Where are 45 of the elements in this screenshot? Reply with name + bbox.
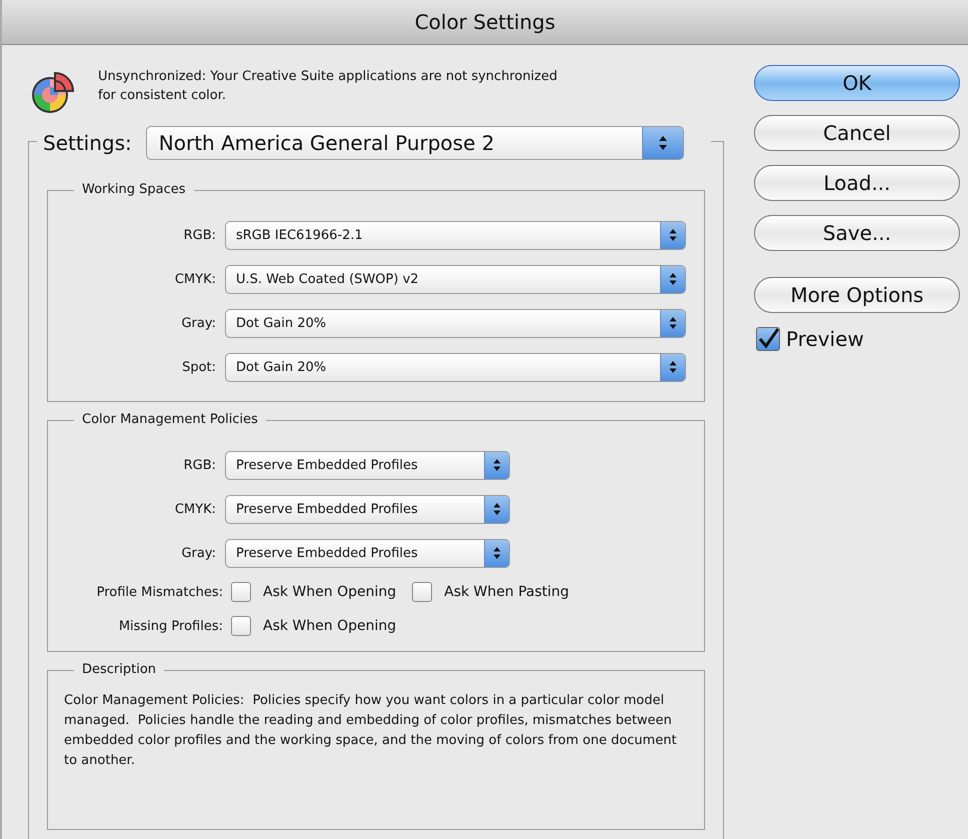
field-label: Gray: [180, 316, 217, 330]
stepper-icon [484, 452, 509, 478]
dialog-button[interactable]: Save... [754, 215, 960, 251]
stepper-icon [642, 127, 683, 159]
settings-dropdown[interactable]: North America General Purpose 2 [146, 126, 684, 160]
group-title: Working Spaces [74, 182, 194, 197]
stepper-icon [660, 266, 685, 292]
field-label: Spot: [181, 360, 217, 374]
stepper-icon [660, 354, 685, 380]
field-label: RGB: [182, 228, 217, 242]
stepper-icon [484, 540, 509, 566]
dialog-button[interactable]: OK [754, 65, 960, 101]
checkbox[interactable] [756, 327, 780, 351]
settings-label: Settings: [43, 131, 132, 155]
dropdown[interactable]: Preserve Embedded Profiles [225, 450, 510, 480]
group-title: Color Management Policies [74, 412, 266, 427]
sync-message: Unsynchronized: Your Creative Suite applications are not synchronized for consistent color. [98, 68, 558, 105]
checkbox-label[interactable]: Preview [786, 327, 864, 351]
stepper-icon [484, 496, 509, 522]
checkbox-label[interactable]: Ask When Opening [263, 618, 396, 634]
dropdown[interactable]: U.S. Web Coated (SWOP) v2 [225, 264, 686, 294]
dialog-button[interactable]: Load... [754, 165, 960, 201]
field-label: Profile Mismatches: [96, 584, 224, 600]
stepper-icon [660, 222, 685, 248]
field-label: Missing Profiles: [118, 618, 224, 634]
field-label: CMYK: [174, 272, 217, 286]
stepper-icon [660, 310, 685, 336]
dropdown[interactable]: Dot Gain 20% [225, 352, 686, 382]
checkbox[interactable] [412, 582, 432, 602]
description-text: Color Management Policies: Policies specify how you want colors in a particular color model managed. Policies handle the reading and embedding of color profiles, mismatches between embedded color profiles and the working space, and the moving of colors from one document to another. [64, 692, 678, 770]
group-title: Description [74, 662, 164, 677]
dropdown[interactable]: Dot Gain 20% [225, 308, 686, 338]
more-options-button[interactable]: More Options [754, 277, 960, 313]
window-title: Color Settings [414, 10, 556, 34]
checkbox[interactable] [231, 616, 251, 636]
checkbox[interactable] [231, 582, 251, 602]
dropdown[interactable]: sRGB IEC61966-2.1 [225, 220, 686, 250]
dialog-button[interactable]: Cancel [754, 115, 960, 151]
dropdown[interactable]: Preserve Embedded Profiles [225, 494, 510, 524]
field-label: CMYK: [174, 502, 217, 516]
checkbox-label[interactable]: Ask When Pasting [444, 584, 570, 600]
field-label: RGB: [182, 458, 217, 472]
checkbox-label[interactable]: Ask When Opening [263, 584, 396, 600]
field-label: Gray: [180, 546, 217, 560]
dropdown[interactable]: Preserve Embedded Profiles [225, 538, 510, 568]
